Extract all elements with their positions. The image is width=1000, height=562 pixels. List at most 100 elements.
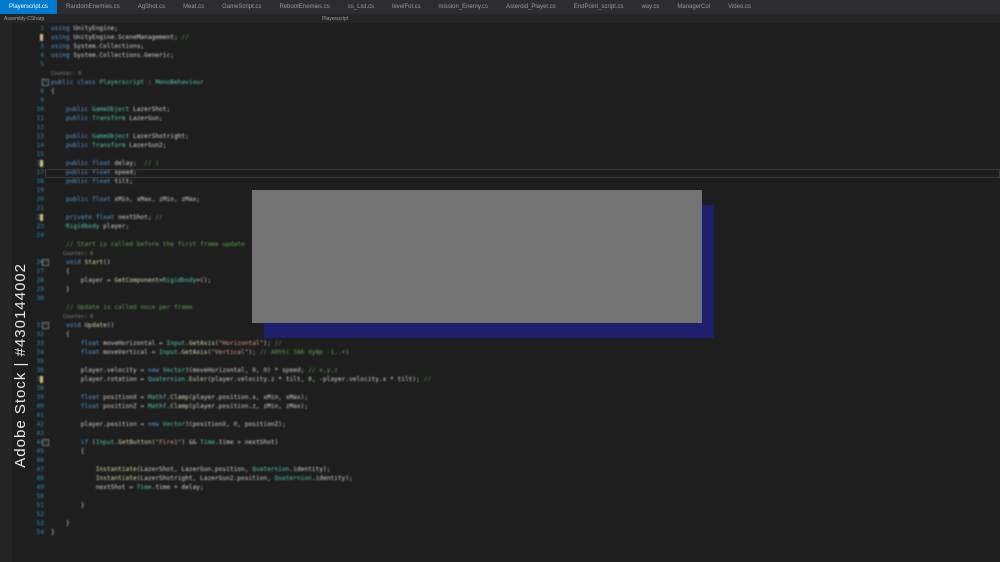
tab-1[interactable]: RandomEnemies.cs xyxy=(57,0,129,14)
code-text: { xyxy=(51,448,85,455)
code-line: 52 xyxy=(14,510,1000,519)
code-line: 39 float positionX = Mathf.Clamp(player.… xyxy=(14,393,1000,402)
code-line: 3 using System.Collections; xyxy=(14,42,1000,51)
code-line: 16 public float delay; // | xyxy=(14,159,1000,168)
code-text: float positionX = Mathf.Clamp(player.pos… xyxy=(51,394,309,401)
change-marker xyxy=(40,376,43,383)
code-line: 34 float moveVertical = Input.GetAxis("V… xyxy=(14,348,1000,357)
overlay-placeholder-box xyxy=(252,190,702,323)
current-line-highlight xyxy=(45,169,1000,178)
tab-9[interactable]: Asteroid_Player.cs xyxy=(497,0,565,14)
line-number: 5 xyxy=(40,61,44,68)
code-text: } xyxy=(51,520,70,527)
code-line: 44− if (Input.GetButton("Fire1") && Time… xyxy=(14,438,1000,447)
tab-10[interactable]: EndPoint_script.cs xyxy=(565,0,633,14)
code-line: 11 public Transform LazerGun; xyxy=(14,114,1000,123)
line-number: 4 xyxy=(40,52,44,59)
code-line: 18 public float tilt; xyxy=(14,177,1000,186)
code-line: 1 using UnityEngine; xyxy=(14,24,1000,33)
line-number: 13 xyxy=(36,133,44,140)
code-text: public class Playerscript : MonoBehaviou… xyxy=(51,79,204,86)
class-dropdown[interactable]: Playerscript xyxy=(322,16,622,22)
code-line: 14 public Transform LazerGun2; xyxy=(14,141,1000,150)
code-text: void Update() xyxy=(51,322,115,329)
code-line: 48 Instantiate(LazerShotright, LazerGun2… xyxy=(14,474,1000,483)
code-line: 50 xyxy=(14,492,1000,501)
code-text: player = GetComponent<Rigidbody>(); xyxy=(51,277,212,284)
code-text: // Update is called once per frame xyxy=(51,304,193,311)
line-number: 3 xyxy=(40,43,44,50)
fold-toggle-icon[interactable]: − xyxy=(42,439,49,446)
fold-toggle-icon[interactable]: − xyxy=(42,79,49,86)
code-text: using System.Collections; xyxy=(51,43,145,50)
code-text: } xyxy=(51,502,85,509)
code-line: 41 xyxy=(14,411,1000,420)
code-text: Rigidbody player; xyxy=(51,223,130,230)
tab-5[interactable]: RebootEnemies.cs xyxy=(270,0,338,14)
tab-13[interactable]: Video.cs xyxy=(719,0,760,14)
code-text: float moveVertical = Input.GetAxis("Vert… xyxy=(51,349,350,356)
code-text: Instantiate(LazerShot, LazerGun.position… xyxy=(51,466,331,473)
code-line: 8{ xyxy=(14,87,1000,96)
line-number: 14 xyxy=(36,142,44,149)
code-line: 47 Instantiate(LazerShot, LazerGun.posit… xyxy=(14,465,1000,474)
watermark-strip: Adobe Stock | #430144002 xyxy=(6,200,34,530)
line-number: 9 xyxy=(40,97,44,104)
line-number: 8 xyxy=(40,88,44,95)
code-line: 51 } xyxy=(14,501,1000,510)
code-text: public float xMin, xMax, zMin, zMax; xyxy=(51,196,201,203)
tab-12[interactable]: ManagerCol xyxy=(668,0,719,14)
code-text: using UnityEngine; xyxy=(51,25,119,32)
project-dropdown[interactable]: Assembly-CSharp xyxy=(0,16,322,22)
code-line: 49 nextShot = Time.time + delay; xyxy=(14,483,1000,492)
code-text: player.rotation = Quaternion.Euler(playe… xyxy=(51,376,432,383)
tab-3[interactable]: Meat.cs xyxy=(174,0,213,14)
code-line: 33 float moveHorizontal = Input.GetAxis(… xyxy=(14,339,1000,348)
code-line: 5 xyxy=(14,60,1000,69)
watermark-id-text: Adobe Stock | #430144002 xyxy=(11,262,29,468)
code-text: // Start is called before the first fram… xyxy=(51,241,245,248)
code-text: { xyxy=(51,88,55,95)
code-text: player.velocity = new Vector3(moveHorizo… xyxy=(51,367,338,374)
line-number: 17 xyxy=(36,169,44,176)
line-number: 18 xyxy=(36,178,44,185)
fold-toggle-icon[interactable]: − xyxy=(42,322,49,329)
code-line: 15 xyxy=(14,150,1000,159)
tab-8[interactable]: mission_Enemy.cs xyxy=(429,0,497,14)
code-line: 2using UnityEngine.SceneManagement; // xyxy=(14,33,1000,42)
code-line: 54} xyxy=(14,528,1000,537)
code-text: nextShot = Time.time + delay; xyxy=(51,484,204,491)
tab-6[interactable]: ss_List.cs xyxy=(339,0,383,14)
code-line: 42 player.position = new Vector3(positio… xyxy=(14,420,1000,429)
tab-2[interactable]: AgShot.cs xyxy=(129,0,174,14)
code-line: 35 xyxy=(14,357,1000,366)
code-text: { xyxy=(51,268,70,275)
line-number: 19 xyxy=(36,187,44,194)
tab-7[interactable]: levelFol.cs xyxy=(383,0,429,14)
navigation-bar: Assembly-CSharp Playerscript xyxy=(0,14,1000,23)
editor-tab-bar: Playerscript.cs RandomEnemies.cs AgShot.cs… xyxy=(0,0,1000,14)
change-marker xyxy=(40,160,43,167)
code-line: 40 float positionZ = Mathf.Clamp(player.… xyxy=(14,402,1000,411)
code-text: void Start() xyxy=(51,259,111,266)
code-line: 53 } xyxy=(14,519,1000,528)
code-text: public float delay; // | xyxy=(51,160,160,167)
tab-0[interactable]: Playerscript.cs xyxy=(0,0,58,14)
code-line: Counter: 0 xyxy=(14,69,1000,78)
code-text: player.position = new Vector3(positionX,… xyxy=(51,421,286,428)
code-text: public Transform LazerGun; xyxy=(51,115,163,122)
code-text: using UnityEngine.SceneManagement; // xyxy=(51,34,189,41)
change-marker xyxy=(40,34,43,41)
code-line: 4 using System.Collections.Generic; xyxy=(14,51,1000,60)
code-text: public GameObject LazerShotright; xyxy=(51,133,189,140)
line-number: 1 xyxy=(40,25,44,32)
code-text: { xyxy=(51,331,70,338)
fold-toggle-icon[interactable]: − xyxy=(42,259,49,266)
line-number: 12 xyxy=(36,124,44,131)
code-text: private float nextShot; // xyxy=(51,214,163,221)
code-text: float positionZ = Mathf.Clamp(player.pos… xyxy=(51,403,309,410)
code-text: Instantiate(LazerShotright, LazerGun2.po… xyxy=(51,475,353,482)
code-line: 37 player.rotation = Quaternion.Euler(pl… xyxy=(14,375,1000,384)
tab-4[interactable]: GameScript.cs xyxy=(213,0,270,14)
tab-11[interactable]: way.cs xyxy=(632,0,668,14)
